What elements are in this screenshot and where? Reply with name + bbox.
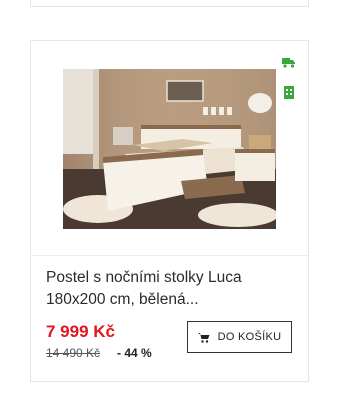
product-card[interactable]: Postel s nočními stolky Luca 180x200 cm,… [30,40,309,382]
old-price: 14 490 Kč [46,346,101,360]
previous-product-card [30,0,309,7]
product-image[interactable] [63,69,276,229]
discount-badge: - 44 % [117,346,152,360]
truck-icon [282,55,296,69]
add-to-cart-button[interactable]: DO KOŠÍKU [187,321,292,353]
product-price: 7 999 Kč [46,322,115,341]
product-title[interactable]: Postel s nočními stolky Luca 180x200 cm,… [46,267,296,311]
calendar-icon [282,85,296,99]
cart-icon [197,332,210,343]
add-to-cart-label: DO KOŠÍKU [217,331,282,343]
card-divider [31,255,308,256]
